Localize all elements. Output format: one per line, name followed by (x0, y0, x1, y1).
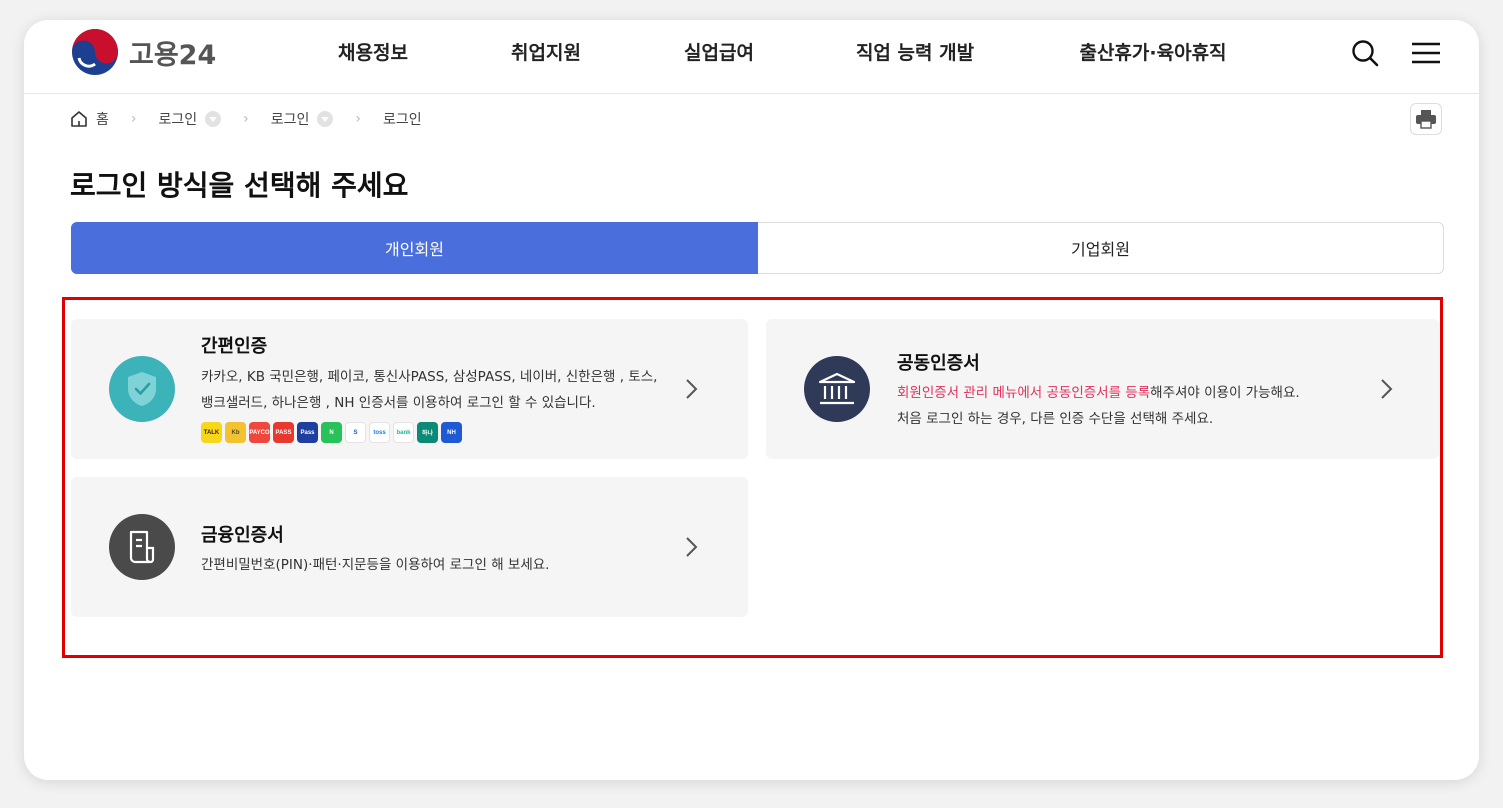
breadcrumb-item-3: 로그인 (383, 109, 422, 129)
joint-certificate-card[interactable]: 공동인증서 회원인증서 관리 메뉴에서 공동인증서를 등록해주셔야 이용이 가능… (766, 319, 1439, 459)
chevron-right-icon: › (130, 111, 137, 127)
nav-item-unemployment-benefits[interactable]: 실업급여 (684, 38, 754, 65)
simple-auth-description: 카카오, KB 국민은행, 페이코, 통신사PASS, 삼성PASS, 네이버,… (201, 369, 658, 411)
telecom-pass-icon: PASS (273, 422, 294, 443)
toss-icon: toss (369, 422, 390, 443)
breadcrumb-label: 로그인 (158, 112, 198, 128)
shinhan-bank-icon: S (345, 422, 366, 443)
payco-icon: PAYCO (249, 422, 270, 443)
tab-personal-member[interactable]: 개인회원 (71, 222, 758, 274)
print-button[interactable] (1410, 103, 1442, 135)
bank-building-icon (804, 356, 870, 422)
nav-item-parental-leave[interactable]: 출산휴가·육아휴직 (1079, 38, 1226, 65)
chevron-right-icon: › (355, 111, 361, 127)
breadcrumb-label: 로그인 (270, 112, 310, 128)
breadcrumb: 홈 › 로그인 › 로그인 › 로그인 (70, 108, 422, 130)
highlighted-instruction[interactable]: 회원인증서 관리 메뉴에서 공동인증서를 등록 (897, 385, 1150, 401)
search-icon[interactable] (1350, 38, 1380, 68)
site-header: 고용24 채용정보 취업지원 실업급여 직업 능력 개발 출산휴가·육아휴직 (24, 20, 1479, 94)
nav-item-vocational-training[interactable]: 직업 능력 개발 (856, 38, 974, 65)
chevron-right-icon: › (243, 111, 249, 127)
samsung-pass-icon: Pass (297, 422, 318, 443)
breadcrumb-home[interactable]: 홈 (70, 109, 109, 129)
provider-badges: TALK Kb PAYCO PASS Pass N S toss bank 하나… (201, 422, 462, 443)
simple-auth-card[interactable]: 간편인증 카카오, KB 국민은행, 페이코, 통신사PASS, 삼성PASS,… (71, 319, 748, 459)
nh-icon: NH (441, 422, 462, 443)
logo[interactable]: 고용24 (71, 28, 216, 76)
chevron-right-icon[interactable] (684, 377, 700, 401)
financial-certificate-title: 금융인증서 (201, 525, 284, 546)
browser-window: 고용24 채용정보 취업지원 실업급여 직업 능력 개발 출산휴가·육아휴직 홈… (24, 20, 1479, 780)
breadcrumb-item-1[interactable]: 로그인 (159, 109, 222, 129)
member-type-tabs: 개인회원 기업회원 (71, 222, 1444, 274)
breadcrumb-home-label: 홈 (96, 112, 109, 128)
simple-auth-title: 간편인증 (201, 336, 268, 357)
chevron-right-icon[interactable] (684, 535, 700, 559)
home-icon (71, 111, 87, 127)
joint-certificate-description: 회원인증서 관리 메뉴에서 공동인증서를 등록해주셔야 이용이 가능해요. 처음… (897, 380, 1367, 432)
hana-bank-icon: 하나 (417, 422, 438, 443)
instruction-line-2: 처음 로그인 하는 경우, 다른 인증 수단을 선택해 주세요. (897, 411, 1214, 427)
chevron-down-icon[interactable] (317, 111, 334, 127)
nav-item-employment-support[interactable]: 취업지원 (511, 38, 581, 65)
naver-icon: N (321, 422, 342, 443)
menu-icon[interactable] (1411, 38, 1441, 68)
page-title: 로그인 방식을 선택해 주세요 (70, 169, 409, 202)
joint-certificate-title: 공동인증서 (897, 353, 980, 374)
shield-check-icon (109, 356, 175, 422)
chevron-down-icon[interactable] (205, 111, 222, 127)
banksalad-icon: bank (393, 422, 414, 443)
breadcrumb-item-2[interactable]: 로그인 (271, 109, 334, 129)
financial-certificate-card[interactable]: 금융인증서 간편비밀번호(PIN)·패턴·지문등을 이용하여 로그인 해 보세요… (71, 477, 748, 617)
logo-text: 고용24 (129, 39, 217, 71)
nav-item-jobs[interactable]: 채용정보 (338, 38, 408, 65)
tab-business-member[interactable]: 기업회원 (758, 222, 1444, 274)
breadcrumb-label: 로그인 (383, 112, 422, 128)
printer-icon (1416, 110, 1436, 129)
document-icon (109, 514, 175, 580)
instruction-rest: 해주셔야 이용이 가능해요. (1150, 385, 1300, 401)
taegeuk-logo-icon (72, 29, 118, 75)
financial-certificate-description: 간편비밀번호(PIN)·패턴·지문등을 이용하여 로그인 해 보세요. (201, 557, 550, 573)
kakao-icon: TALK (201, 422, 222, 443)
chevron-right-icon[interactable] (1379, 377, 1395, 401)
kb-bank-icon: Kb (225, 422, 246, 443)
